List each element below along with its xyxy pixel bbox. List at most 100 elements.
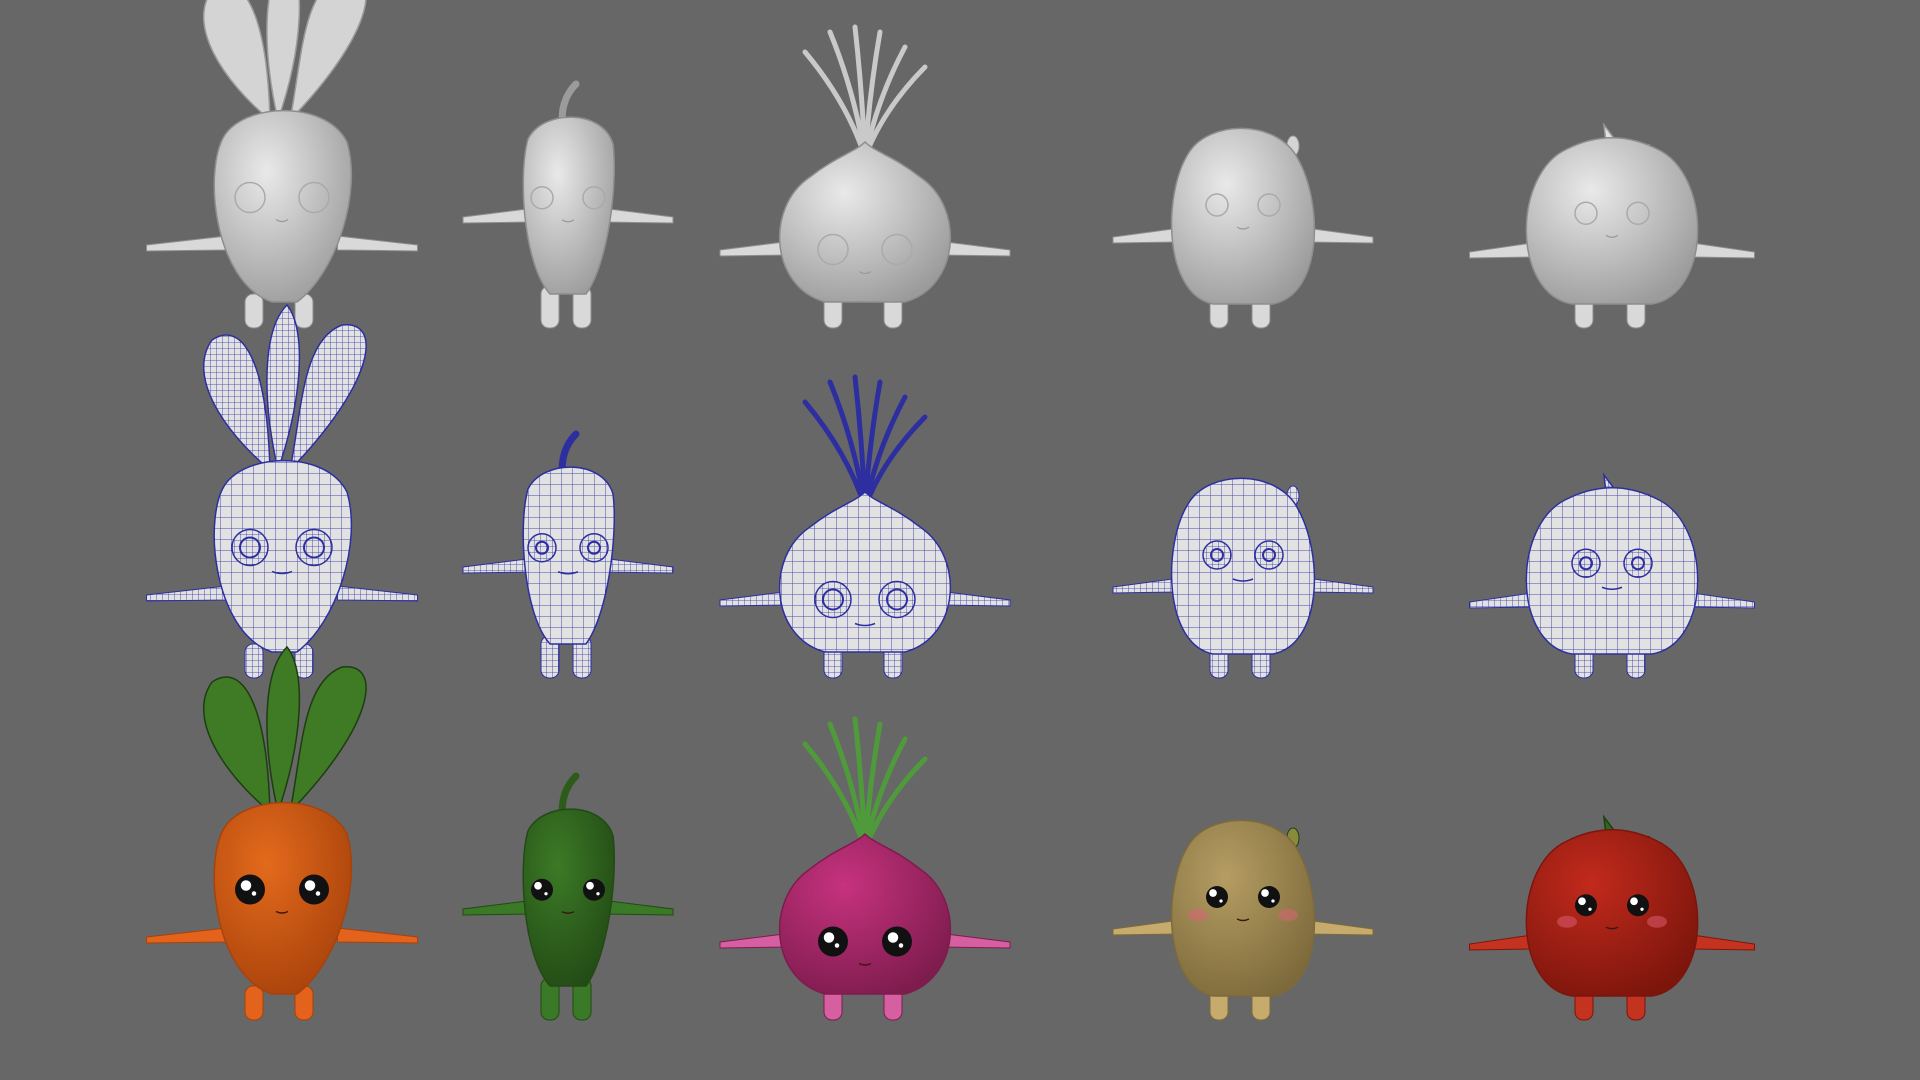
tomato-character-clay bbox=[1469, 122, 1755, 329]
left-arm bbox=[146, 927, 227, 944]
leaf bbox=[202, 676, 271, 814]
body bbox=[1170, 127, 1316, 305]
body bbox=[778, 832, 952, 995]
onion-character-clay bbox=[719, 24, 1011, 329]
body bbox=[1170, 477, 1316, 655]
leg bbox=[244, 985, 264, 1021]
eye-highlight bbox=[1261, 889, 1269, 897]
left-arm bbox=[1112, 919, 1181, 936]
eye bbox=[1575, 894, 1597, 917]
right-arm bbox=[337, 927, 418, 944]
eye-highlight bbox=[534, 881, 542, 890]
eye-highlight bbox=[898, 943, 904, 948]
eye-highlight bbox=[315, 891, 321, 896]
eye-highlight bbox=[834, 943, 840, 948]
eye-highlight bbox=[1219, 899, 1223, 903]
eye bbox=[1623, 548, 1653, 578]
pepper-character-wireframe bbox=[462, 430, 674, 679]
carrot-character-wireframe bbox=[146, 303, 418, 679]
eye bbox=[1571, 548, 1601, 578]
leaf bbox=[288, 0, 367, 123]
left-arm bbox=[1112, 577, 1181, 594]
body bbox=[213, 109, 353, 303]
eye bbox=[1206, 886, 1228, 908]
body bbox=[1170, 819, 1316, 997]
potato-character-textured bbox=[1112, 819, 1374, 1021]
eye-highlight bbox=[586, 881, 594, 890]
left-arm bbox=[1469, 592, 1532, 609]
cheek bbox=[1278, 909, 1298, 921]
right-arm bbox=[1692, 934, 1755, 951]
eye bbox=[295, 528, 333, 567]
left-arm bbox=[1469, 934, 1532, 951]
turnaround-sheet bbox=[0, 0, 1920, 1080]
eye-highlight bbox=[1209, 889, 1217, 897]
eye-highlight bbox=[544, 892, 548, 896]
eye bbox=[231, 528, 269, 567]
eye bbox=[299, 874, 329, 905]
eye bbox=[235, 874, 265, 905]
cheek bbox=[1557, 915, 1577, 928]
body bbox=[522, 116, 616, 295]
eye-highlight bbox=[1630, 897, 1638, 906]
cheek bbox=[1188, 909, 1208, 921]
right-arm bbox=[1305, 227, 1374, 244]
leaf bbox=[202, 0, 271, 122]
eye-highlight bbox=[887, 932, 899, 943]
eye bbox=[818, 926, 848, 957]
eye bbox=[814, 580, 852, 619]
right-arm bbox=[1692, 242, 1755, 259]
left-arm bbox=[146, 235, 227, 252]
tomato-character-wireframe bbox=[1469, 472, 1755, 679]
eye-highlight bbox=[1640, 907, 1644, 911]
eye bbox=[1254, 540, 1284, 570]
potato-character-wireframe bbox=[1112, 477, 1374, 679]
eye-highlight bbox=[1588, 907, 1592, 911]
character-grid bbox=[146, 0, 1755, 1021]
left-arm bbox=[1469, 242, 1532, 259]
right-arm bbox=[1692, 592, 1755, 609]
right-arm bbox=[1305, 919, 1374, 936]
eye-highlight bbox=[240, 880, 252, 891]
body bbox=[778, 490, 952, 653]
eye bbox=[878, 580, 916, 619]
carrot-character-textured bbox=[146, 645, 418, 1021]
pepper-character-textured bbox=[462, 772, 674, 1021]
eye-highlight bbox=[823, 932, 835, 943]
eye-highlight bbox=[1578, 897, 1586, 906]
right-arm bbox=[1305, 577, 1374, 594]
eye-highlight bbox=[304, 880, 316, 891]
eye-highlight bbox=[251, 891, 257, 896]
leaf bbox=[202, 334, 271, 472]
body bbox=[1525, 137, 1699, 305]
body bbox=[1525, 829, 1699, 997]
right-arm bbox=[337, 235, 418, 252]
leaf bbox=[288, 324, 367, 473]
potato-character-clay bbox=[1112, 127, 1374, 329]
carrot-character-clay bbox=[146, 0, 418, 329]
eye bbox=[527, 533, 557, 563]
leaf bbox=[288, 666, 367, 815]
left-arm bbox=[146, 585, 227, 602]
right-arm bbox=[337, 585, 418, 602]
eye bbox=[531, 878, 553, 901]
tomato-character-textured bbox=[1469, 814, 1755, 1021]
eye bbox=[882, 926, 912, 957]
leg bbox=[244, 643, 264, 679]
pepper-character-clay bbox=[462, 80, 674, 329]
cheek bbox=[1647, 915, 1667, 928]
eye-highlight bbox=[1271, 899, 1275, 903]
eye bbox=[1258, 886, 1280, 908]
eye bbox=[1202, 540, 1232, 570]
eye bbox=[1627, 894, 1649, 917]
body bbox=[1525, 487, 1699, 655]
leg bbox=[244, 293, 264, 329]
body bbox=[778, 140, 952, 303]
onion-character-wireframe bbox=[719, 374, 1011, 679]
eye-highlight bbox=[596, 892, 600, 896]
eye bbox=[579, 533, 609, 563]
body bbox=[213, 801, 353, 995]
left-arm bbox=[1112, 227, 1181, 244]
eye bbox=[583, 878, 605, 901]
onion-character-textured bbox=[719, 716, 1011, 1021]
